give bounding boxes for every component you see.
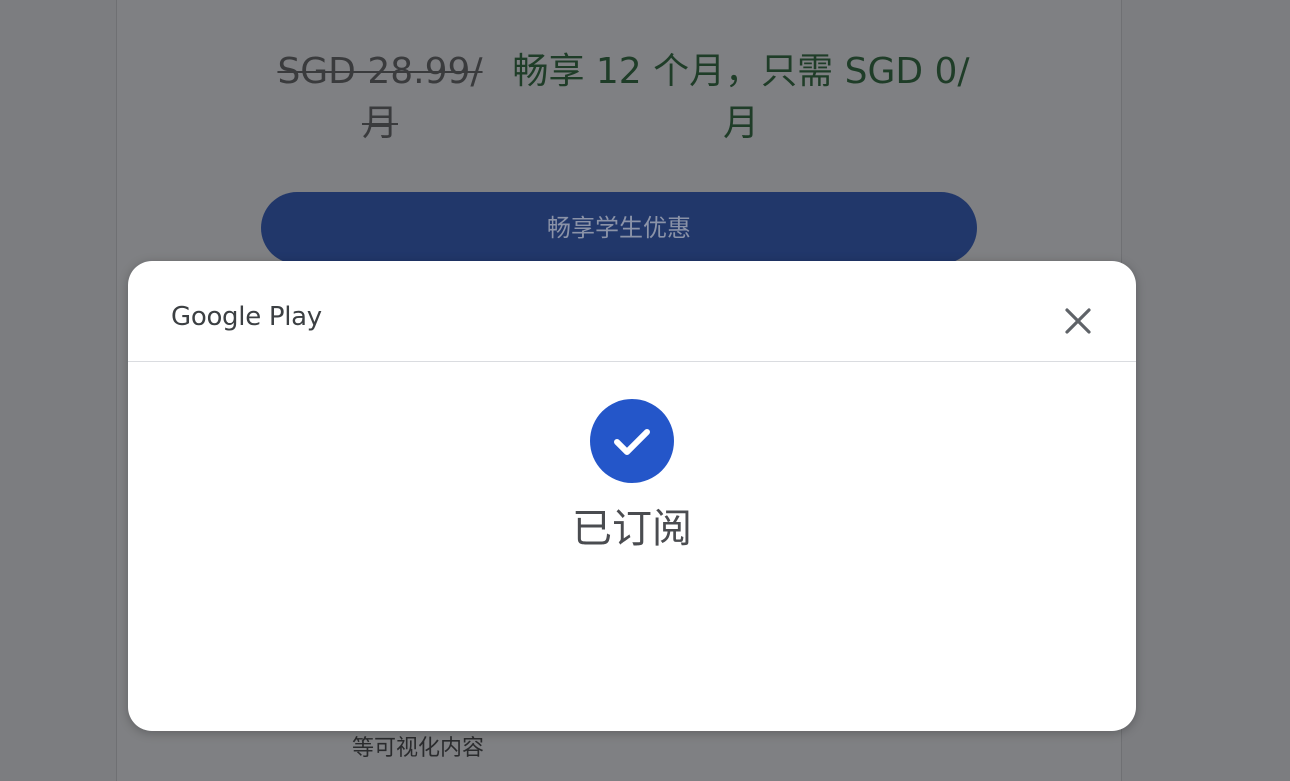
success-badge xyxy=(590,399,674,483)
original-price: SGD 28.99/ 月 xyxy=(262,46,498,150)
student-offer-button[interactable]: 畅享学生优惠 xyxy=(261,192,977,264)
subscription-dialog: Google Play 已订阅 xyxy=(128,261,1136,731)
page: SGD 28.99/ 月 畅享 12 个月，只需 SGD 0/ 月 畅享学生优惠… xyxy=(0,0,1290,781)
subscribed-status: 已订阅 xyxy=(572,506,692,552)
close-icon xyxy=(1065,308,1091,334)
google-play-logo: Google Play xyxy=(171,302,322,332)
original-price-line-2: 月 xyxy=(361,103,398,144)
student-offer-button-label: 畅享学生优惠 xyxy=(547,214,691,242)
offer-price: 畅享 12 个月，只需 SGD 0/ 月 xyxy=(500,46,982,150)
close-button[interactable] xyxy=(1056,299,1100,343)
check-icon xyxy=(614,429,650,455)
offer-price-line-1: 畅享 12 个月，只需 SGD 0/ xyxy=(512,51,970,92)
feature-text: 等可视化内容 xyxy=(352,736,485,761)
original-price-line-1: SGD 28.99/ xyxy=(277,51,483,92)
dialog-header: Google Play xyxy=(128,261,1136,362)
offer-price-line-2: 月 xyxy=(722,103,759,144)
